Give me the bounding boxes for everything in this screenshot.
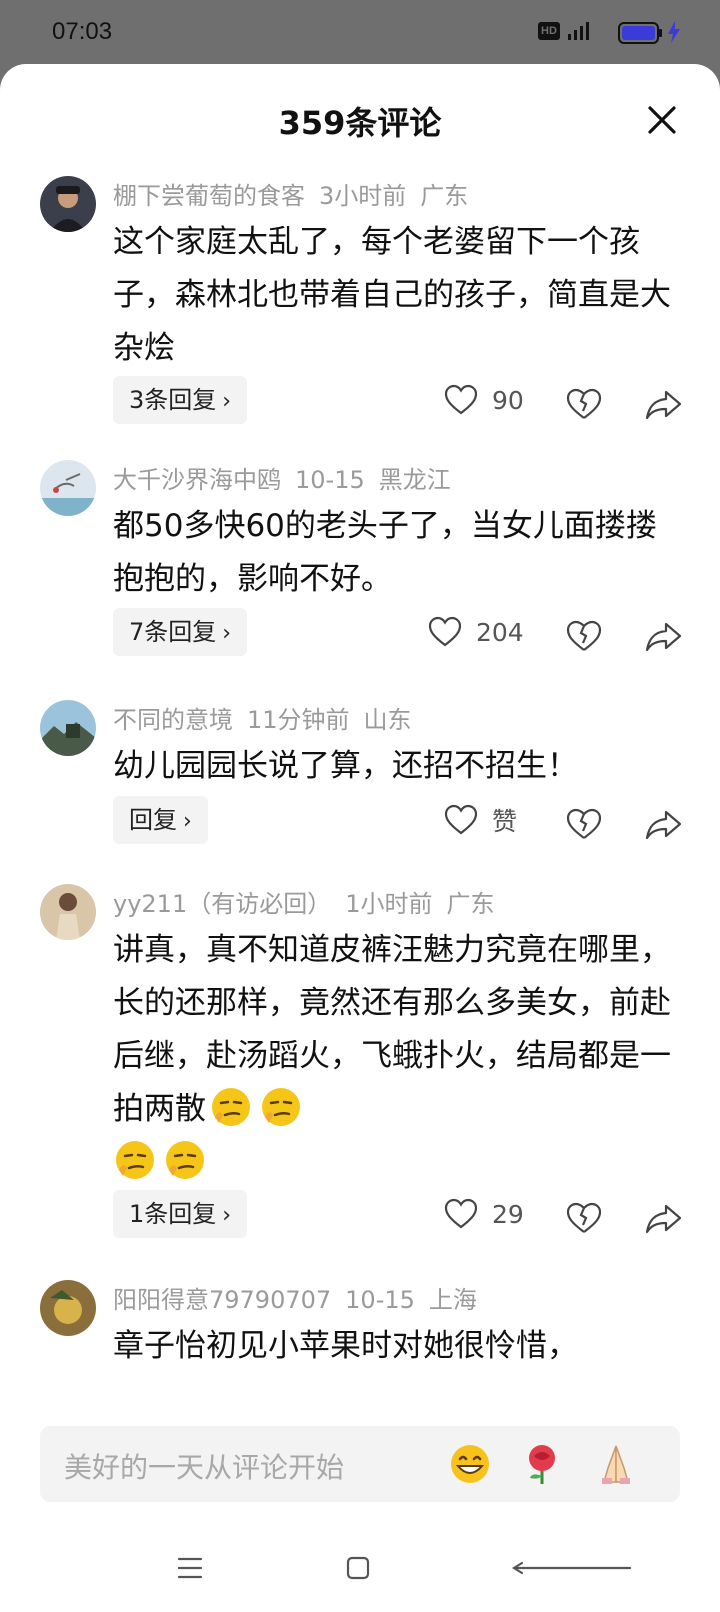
comment-input-bar[interactable]: 美好的一天从评论开始 [40,1426,680,1502]
reply-label: 回复 [129,806,177,834]
heart-icon [444,384,478,415]
heart-icon [444,804,478,835]
avatar[interactable] [40,884,96,940]
smirk-emoji-icon [116,1141,154,1179]
like-count: 204 [476,617,524,647]
comment-text: 都50多快60的老头子了，当女儿面搂搂抱抱的，影响不好。 [113,508,657,597]
smirk-emoji-icon [262,1088,300,1126]
share-arrow-icon[interactable] [644,384,684,424]
like-count: 90 [492,385,524,415]
comment-text: 幼儿园园长说了算，还招不招生！ [113,748,578,784]
chevron-right-icon: › [183,809,192,834]
comments-sheet: 359条评论 棚下尝葡萄的食客 3小时前 广东 这个家庭太乱了，每个老婆留下一个孩子… [0,64,720,1612]
comment-text-content: 讲真，真不知道皮裤汪魅力究竟在哪里，长的还那样，竟然还有那么多美女，前赴后继，赴… [113,932,671,1127]
comment-location: 山东 [363,706,412,734]
heart-icon [444,1198,478,1229]
broken-heart-icon[interactable] [564,384,604,424]
comment-text: 这个家庭太乱了，每个老婆留下一个孩子，森林北也带着自己的孩子，简直是大杂烩 [113,224,671,366]
comment-location: 黑龙江 [378,466,451,494]
avatar[interactable] [40,460,96,516]
back-gesture-icon[interactable] [510,1560,634,1576]
comments-title: 359条评论 [278,104,442,142]
rose-emoji-icon[interactable] [520,1442,564,1486]
share-arrow-icon[interactable] [644,804,684,844]
comment-meta: 棚下尝葡萄的食客 3小时前 广东 [113,176,482,211]
smirk-emoji-icon [212,1088,250,1126]
battery-icon [618,22,662,44]
broken-heart-icon[interactable] [564,616,604,656]
comment-username[interactable]: 阳阳得意79790707 [113,1286,331,1314]
grin-emoji-icon[interactable] [448,1442,492,1486]
chevron-right-icon: › [222,1203,232,1228]
comment-meta: yy211（有访必回） 1小时前 广东 [113,884,509,919]
comment-time: 1小时前 [345,890,433,918]
reply-label: 1条回复 [129,1200,217,1228]
like-count: 赞 [492,807,518,836]
comment-time: 11分钟前 [247,706,350,734]
reply-button[interactable]: 1条回复 › [113,1190,248,1238]
reply-button[interactable]: 回复 › [113,796,208,844]
comment-time: 10-15 [295,466,365,494]
comment-username[interactable]: 不同的意境 [113,706,233,734]
comment-time: 10-15 [345,1286,415,1314]
comment-time: 3小时前 [319,182,407,210]
broken-heart-icon[interactable] [564,1198,604,1238]
comment-username[interactable]: yy211（有访必回） [113,890,331,918]
avatar[interactable] [40,1280,96,1336]
comment-meta: 阳阳得意79790707 10-15 上海 [113,1280,491,1315]
reply-label: 7条回复 [129,618,217,646]
chevron-right-icon: › [222,621,232,646]
comment-username[interactable]: 棚下尝葡萄的食客 [113,182,305,210]
avatar[interactable] [40,176,96,232]
reply-label: 3条回复 [129,386,217,414]
hd-badge: HD [538,22,560,40]
charging-icon [668,21,680,43]
status-time: 07:03 [52,18,113,45]
comment-text: 章子怡初见小苹果时对她很怜惜， [113,1328,578,1364]
like-button[interactable]: 90 [444,376,524,424]
pray-emoji-icon[interactable] [594,1442,638,1486]
broken-heart-icon[interactable] [564,804,604,844]
system-nav-bar [0,1554,720,1612]
chevron-right-icon: › [222,389,232,414]
signal-icon [568,22,589,40]
heart-icon [428,616,462,647]
comment-text: 讲真，真不知道皮裤汪魅力究竟在哪里，长的还那样，竟然还有那么多美女，前赴后继，赴… [113,924,673,1189]
share-arrow-icon[interactable] [644,1198,684,1238]
like-button[interactable]: 29 [444,1190,524,1238]
like-button[interactable]: 赞 [444,796,517,844]
comment-input[interactable]: 美好的一天从评论开始 [64,1446,344,1486]
status-bar: 07:03 HD [0,0,720,64]
like-button[interactable]: 204 [428,608,524,656]
close-icon[interactable] [642,100,682,140]
comment-location: 广东 [446,890,495,918]
comment-location: 上海 [428,1286,477,1314]
menu-icon[interactable] [176,1554,204,1582]
home-square-icon[interactable] [344,1554,372,1582]
comment-meta: 大千沙界海中鸥 10-15 黑龙江 [113,460,465,495]
comment-username[interactable]: 大千沙界海中鸥 [113,466,281,494]
reply-button[interactable]: 3条回复 › [113,376,248,424]
like-count: 29 [492,1199,524,1229]
comment-location: 广东 [420,182,469,210]
reply-button[interactable]: 7条回复 › [113,608,248,656]
share-arrow-icon[interactable] [644,616,684,656]
smirk-emoji-icon [166,1141,204,1179]
avatar[interactable] [40,700,96,756]
comment-meta: 不同的意境 11分钟前 山东 [113,700,426,735]
